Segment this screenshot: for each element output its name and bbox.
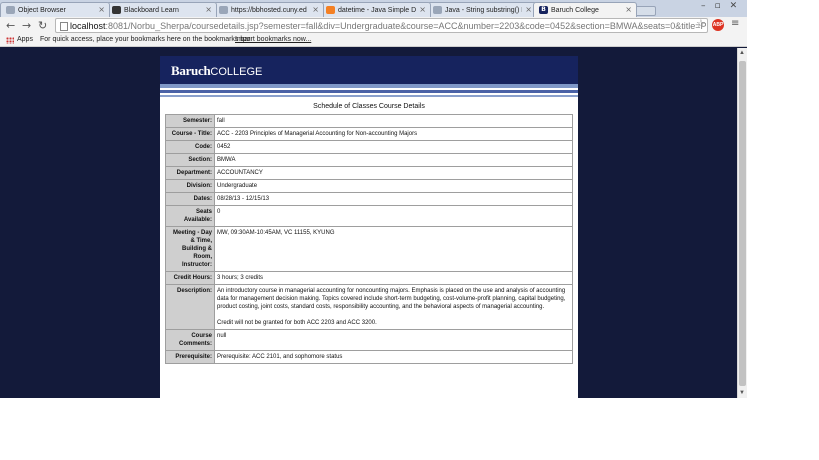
detail-value: ACC - 2203 Principles of Managerial Acco… [214,127,573,141]
bookmark-star-icon[interactable]: ☆ [696,17,706,30]
detail-label: Section: [165,153,215,167]
close-icon[interactable]: × [625,5,632,14]
course-details-table: Semester: fall Course - Title: ACC - 2203 P… [165,114,573,364]
bookmarks-bar: Apps For quick access, place your bookma… [0,34,747,47]
bookmarks-hint: For quick access, place your bookmarks h… [40,36,253,43]
new-tab-button[interactable] [634,6,656,16]
detail-label: Credit Hours: [165,271,215,285]
detail-value: null [214,329,573,351]
detail-row: Seats Available: 0 [165,205,573,227]
detail-value: Undergraduate [214,179,573,193]
vertical-scrollbar[interactable]: ▲ ▼ [737,48,747,398]
detail-row: Course - Title: ACC - 2203 Principles of … [165,127,573,141]
detail-value: MW, 09:30AM-10:45AM, VC 11155, KYUNG [214,226,573,272]
detail-value: 0452 [214,140,573,154]
scroll-down-icon[interactable]: ▼ [739,390,745,396]
detail-label: Prerequisite: [165,350,215,364]
detail-value: BMWA [214,153,573,167]
detail-row: Description: An introductory course in ma… [165,284,573,330]
baruch-b-icon: B [539,6,548,14]
detail-row: Credit Hours: 3 hours; 3 credits [165,271,573,285]
browser-window: Object Browser × Blackboard Learn × https://… [0,0,747,398]
import-bookmarks-link[interactable]: Import bookmarks now... [235,34,311,46]
detail-value: 08/28/13 - 12/15/13 [214,192,573,206]
baruch-college-logo[interactable]: BaruchCOLLEGE [171,63,262,80]
detail-row: Prerequisite: Prerequisite: ACC 2101, and… [165,350,573,364]
tab-label: datetime - Java Simple Da [338,7,416,14]
blackboard-icon [112,6,121,14]
detail-value: Prerequisite: ACC 2101, and sophomore st… [214,350,573,364]
tab-label: Blackboard Learn [124,7,179,14]
detail-label: Department: [165,166,215,180]
adblock-icon[interactable]: ABP [712,19,724,31]
browser-toolbar: ← → ↻ localhost:8081/Norbu_Sherpa/course… [0,17,747,34]
detail-label: Dates: [165,192,215,206]
detail-row: Semester: fall [165,114,573,128]
browser-tab[interactable]: Java - String substring() M × [427,2,537,17]
page-icon [433,6,442,14]
detail-label: Code: [165,140,215,154]
detail-row: Code: 0452 [165,140,573,154]
tab-label: https://bbhosted.cuny.ed [231,7,307,14]
close-icon[interactable]: × [525,5,532,14]
detail-value: 3 hours; 3 credits [214,271,573,285]
url-path: :8081/Norbu_Sherpa/coursedetails.jsp?sem… [105,21,708,31]
college-banner: BaruchCOLLEGE [160,56,578,84]
detail-value: 0 [214,205,573,227]
forward-arrow-icon[interactable]: → [22,19,31,32]
page-icon [6,6,15,14]
close-icon[interactable]: × [419,5,426,14]
apps-link[interactable]: Apps [17,34,33,46]
reload-icon[interactable]: ↻ [38,19,47,32]
browser-tab[interactable]: Object Browser × [0,2,110,17]
detail-row: Division: Undergraduate [165,179,573,193]
close-icon[interactable]: × [312,5,319,14]
detail-value: fall [214,114,573,128]
address-bar[interactable]: localhost:8081/Norbu_Sherpa/coursedetail… [55,18,708,33]
close-icon[interactable]: × [205,5,212,14]
page-title: Schedule of Classes Course Details [313,103,425,110]
detail-label: Seats Available: [165,205,215,227]
detail-value: ACCOUNTANCY [214,166,573,180]
url-host: localhost [70,21,106,31]
stackoverflow-icon [326,6,335,14]
detail-label: Division: [165,179,215,193]
banner-stripe [160,95,578,97]
page-icon [60,22,68,31]
detail-row: Meeting - Day & Time, Building & Room, I… [165,226,573,272]
tab-strip: Object Browser × Blackboard Learn × https://… [0,0,747,17]
course-details-page: BaruchCOLLEGE Schedule of Classes Course… [160,56,578,398]
window-controls[interactable]: –▫✕ [701,1,746,11]
browser-tab[interactable]: datetime - Java Simple Da × [320,2,431,17]
page-icon [219,6,228,14]
detail-label: Meeting - Day & Time, Building & Room, I… [165,226,215,272]
close-icon[interactable]: × [98,5,105,14]
tab-label: Baruch College [551,7,599,14]
tab-label: Object Browser [18,7,66,14]
tab-label: Java - String substring() M [445,7,522,14]
detail-row: Department: ACCOUNTANCY [165,166,573,180]
detail-row: Dates: 08/28/13 - 12/15/13 [165,192,573,206]
detail-label: Course Comments: [165,329,215,351]
detail-row: Course Comments: null [165,329,573,351]
detail-label: Description: [165,284,215,330]
scroll-up-icon[interactable]: ▲ [739,50,745,56]
apps-grid-icon[interactable] [6,37,14,44]
detail-label: Semester: [165,114,215,128]
back-arrow-icon[interactable]: ← [6,19,15,32]
scroll-thumb[interactable] [739,61,746,386]
browser-tab[interactable]: https://bbhosted.cuny.ed × [213,2,324,17]
chrome-menu-icon[interactable]: ≡ [731,18,739,29]
detail-value: An introductory course in managerial acc… [214,284,573,330]
detail-label: Course - Title: [165,127,215,141]
url-text[interactable]: localhost:8081/Norbu_Sherpa/coursedetail… [70,20,708,32]
detail-row: Section: BMWA [165,153,573,167]
browser-tab[interactable]: Blackboard Learn × [106,2,217,17]
browser-tab[interactable]: B Baruch College × [533,2,637,17]
